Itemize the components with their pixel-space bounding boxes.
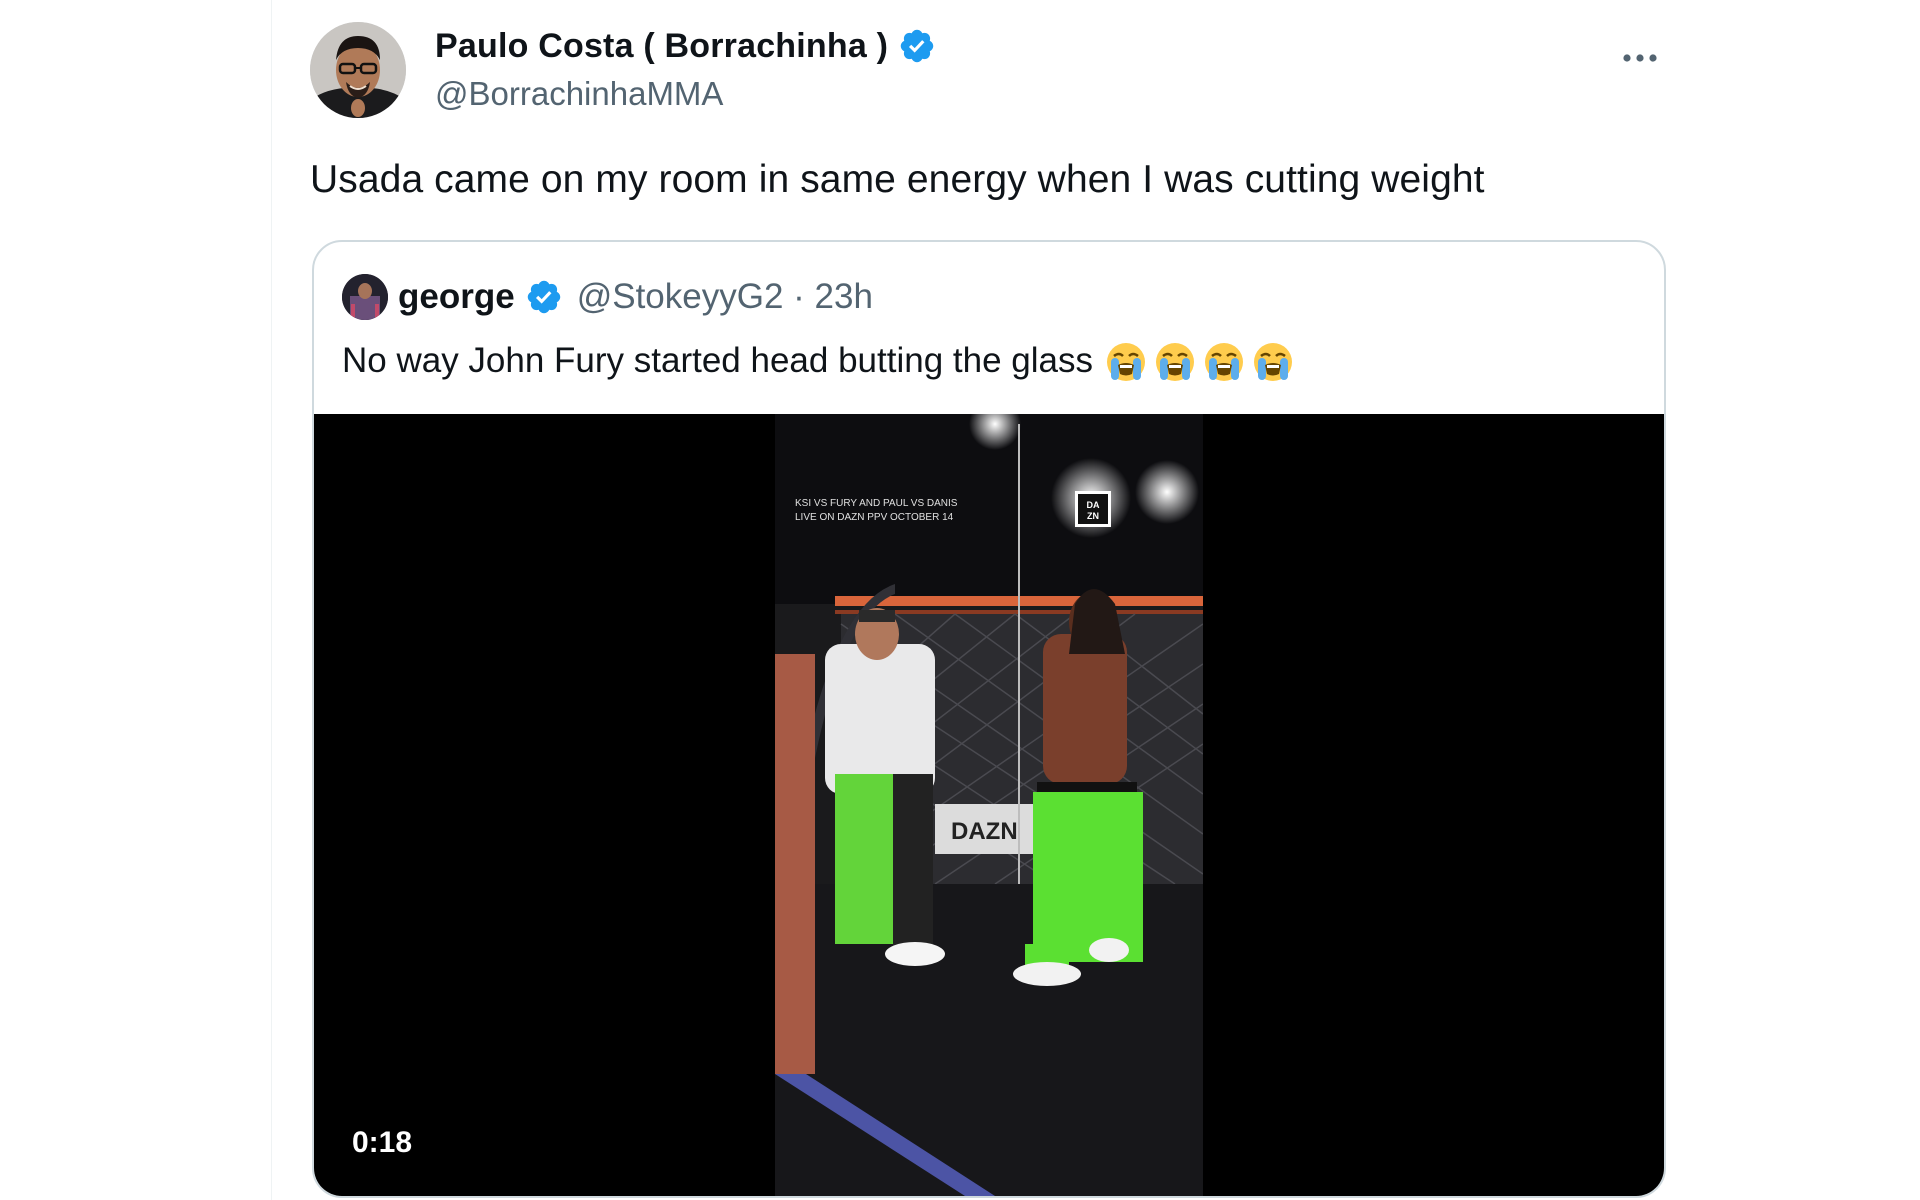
loudly-crying-face-icon: [1106, 342, 1145, 381]
quoted-tweet-text: No way John Fury started head butting th…: [342, 341, 1093, 381]
loudly-crying-face-icon: [1204, 342, 1243, 381]
quoted-tweet-text-row: No way John Fury started head butting th…: [342, 340, 1294, 383]
emoji-row: [1093, 340, 1294, 383]
video-frame[interactable]: DAZN DA ZN KSI VS FURY AND PAUL VS DANIS…: [775, 414, 1203, 1196]
loudly-crying-face-icon: [1155, 342, 1194, 381]
svg-text:DA: DA: [1087, 500, 1100, 510]
more-options-button[interactable]: [1616, 34, 1664, 82]
tweet-text: Usada came on my room in same energy whe…: [310, 158, 1485, 201]
author-handle[interactable]: @BorrachinhaMMA: [435, 75, 723, 113]
loudly-crying-face-icon: [1253, 342, 1292, 381]
video-player[interactable]: DAZN DA ZN KSI VS FURY AND PAUL VS DANIS…: [314, 414, 1664, 1196]
video-duration: 0:18: [352, 1126, 413, 1159]
ellipsis-icon: [1623, 54, 1657, 62]
quoted-display-name[interactable]: george: [398, 277, 515, 317]
author-avatar-image: [310, 22, 406, 118]
column-divider: [271, 0, 272, 1200]
author-avatar[interactable]: [310, 22, 406, 118]
verified-badge-icon[interactable]: [898, 27, 936, 65]
svg-text:ZN: ZN: [1087, 511, 1099, 521]
svg-text:DAZN: DAZN: [951, 818, 1018, 845]
quoted-handle-timestamp[interactable]: @StokeyyG2 · 23h: [577, 277, 873, 317]
video-thumbnail: DAZN DA ZN KSI VS FURY AND PAUL VS DANIS…: [775, 414, 1203, 1196]
quoted-verified-badge-icon: [527, 280, 560, 314]
video-overlay-caption-line2: LIVE ON DAZN PPV OCTOBER 14: [795, 512, 954, 523]
quoted-tweet-card[interactable]: george @StokeyyG2 · 23h No way John Fury…: [312, 240, 1666, 1198]
quoted-avatar-image: [342, 274, 388, 320]
author-display-name[interactable]: Paulo Costa ( Borrachinha ): [435, 27, 888, 66]
video-overlay-caption-line1: KSI VS FURY AND PAUL VS DANIS: [795, 498, 958, 509]
quoted-author-avatar[interactable]: [342, 274, 388, 320]
